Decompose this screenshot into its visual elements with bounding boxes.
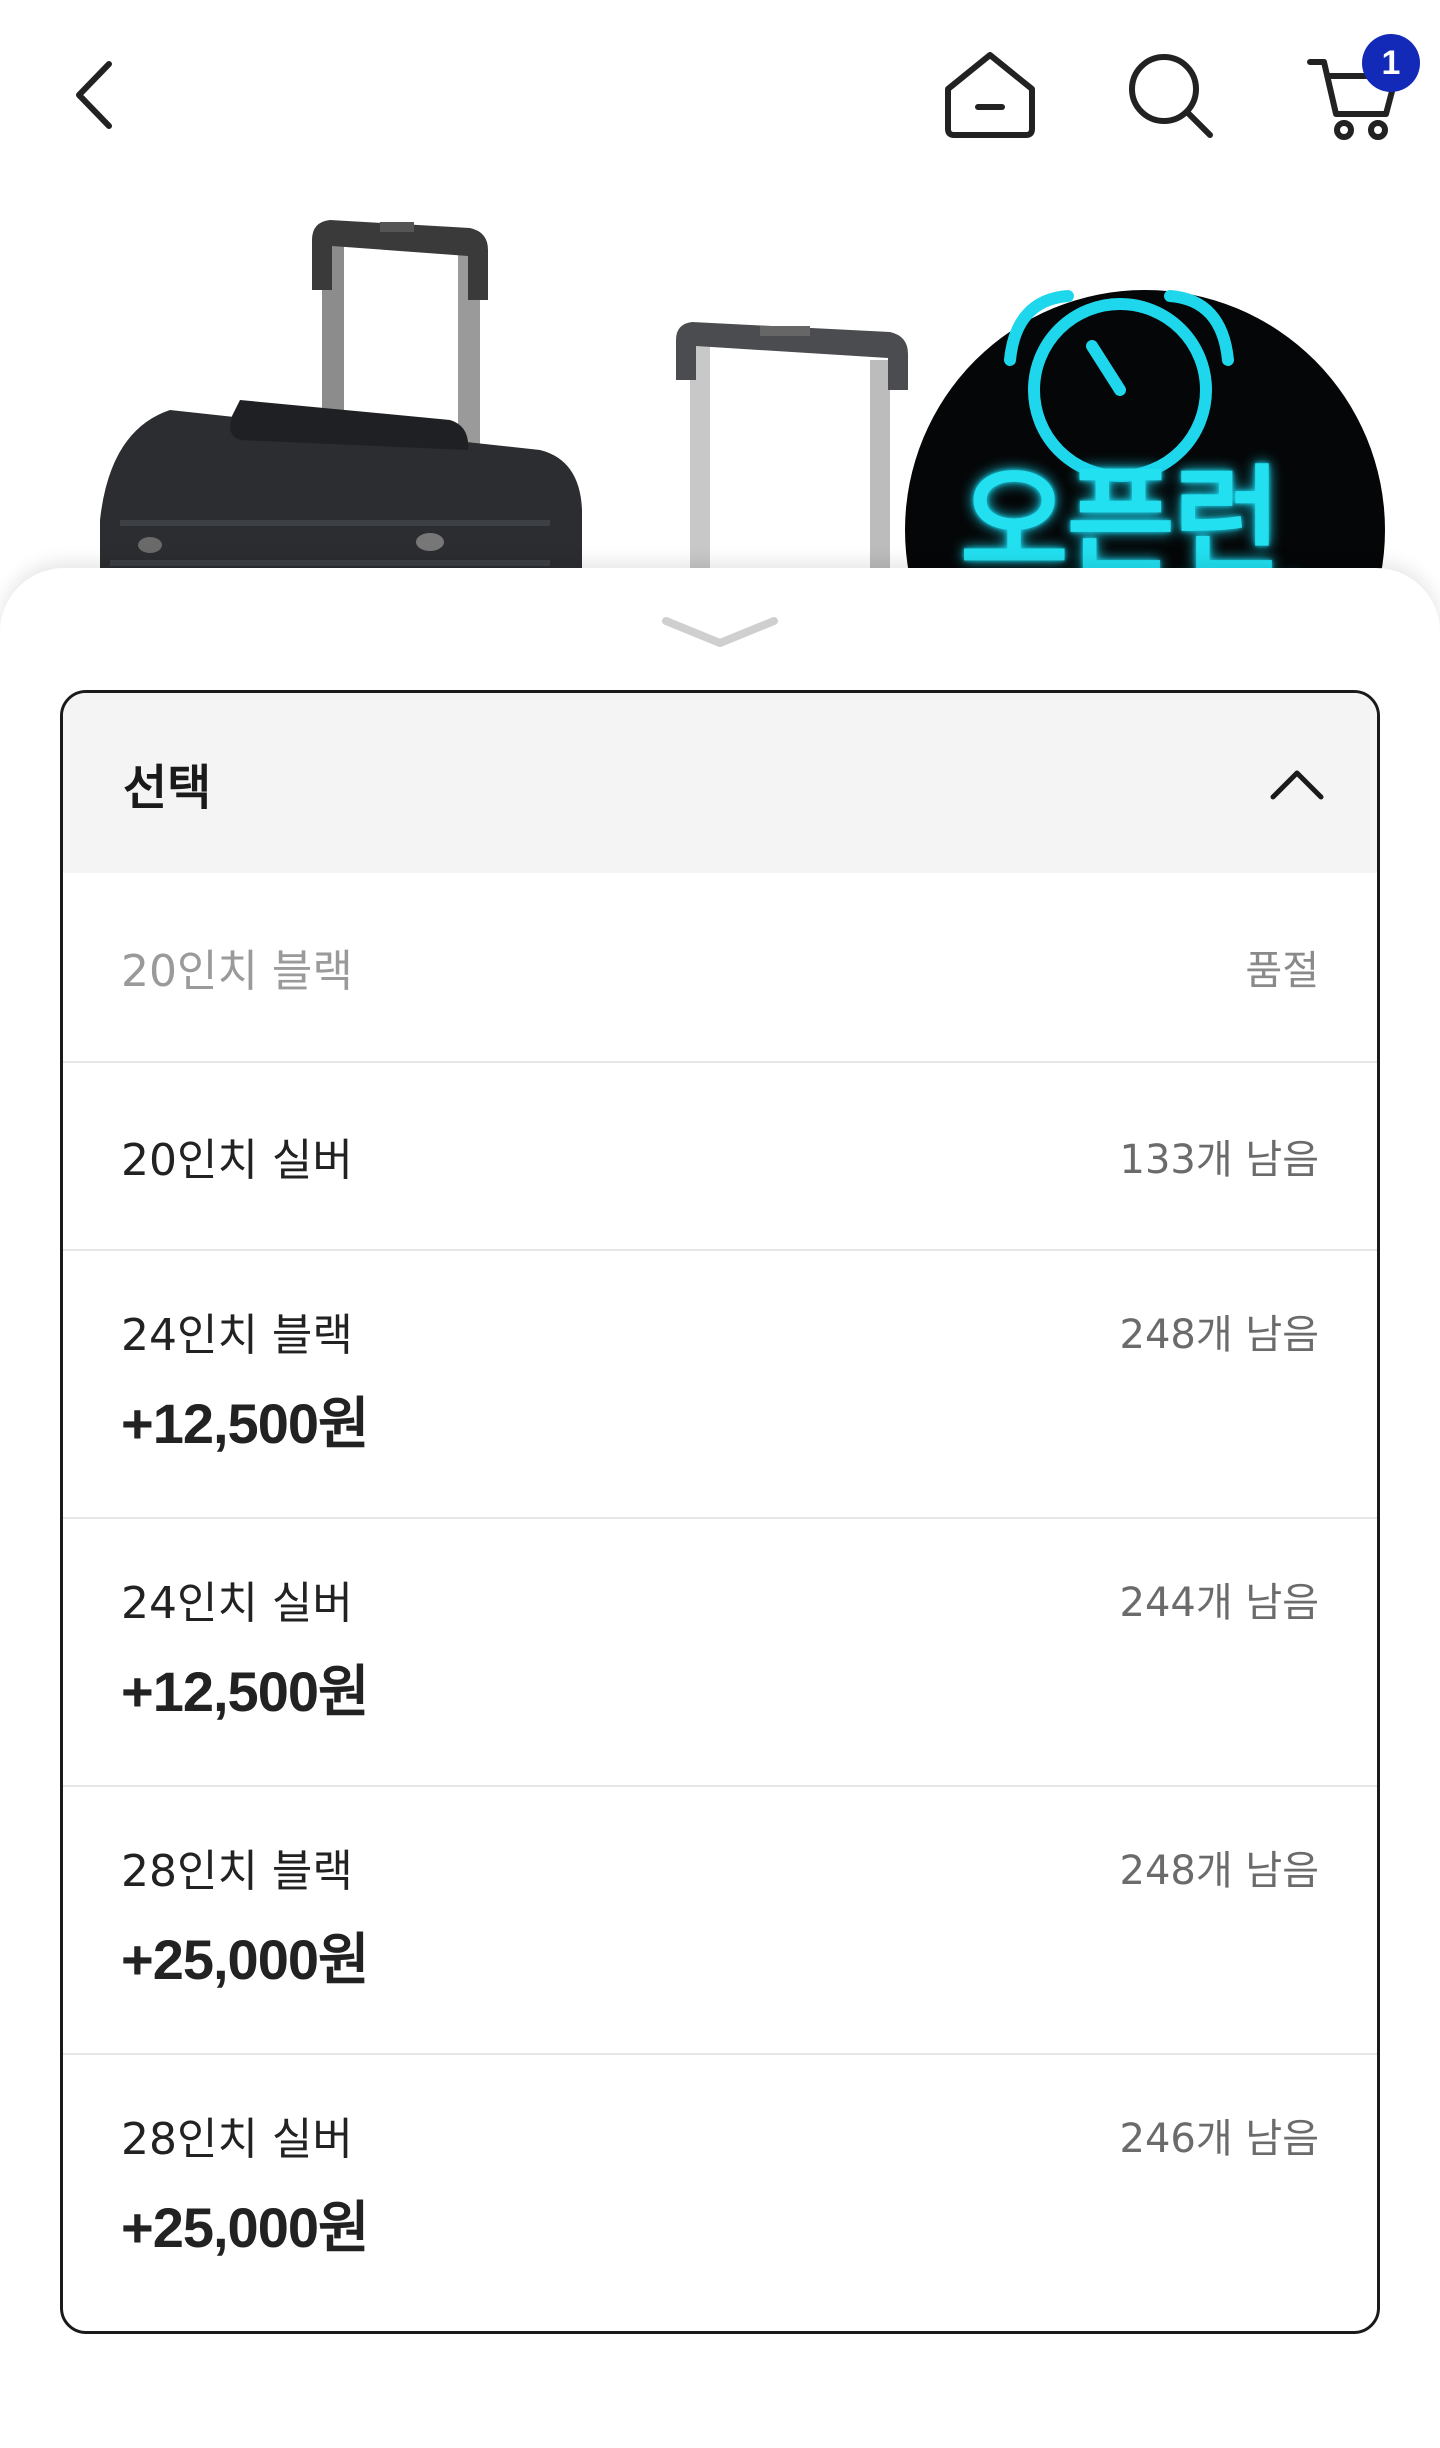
option-item-24-black[interactable]: 24인치 블랙 248개 남음 +12,500원: [63, 1249, 1377, 1517]
option-price: +25,000: [121, 1928, 319, 1991]
option-price-currency: 원: [317, 1928, 370, 1991]
option-stock: 133개 남음: [1119, 1137, 1319, 1183]
option-name: 28인치 실버: [121, 2114, 353, 2165]
sheet-collapse-handle[interactable]: [660, 608, 780, 658]
option-stock: 품절: [1245, 948, 1319, 994]
option-name: 24인치 블랙: [121, 1310, 353, 1361]
option-name: 24인치 실버: [121, 1578, 353, 1629]
option-bottom-sheet: 선택 20인치 블랙 품절 20인치 실버 133개 남음 24인치 블랙 24…: [0, 568, 1440, 2448]
search-button[interactable]: [1115, 40, 1225, 150]
back-button[interactable]: [40, 40, 150, 150]
option-stock: 248개 남음: [1119, 1848, 1319, 1894]
cart-count-badge: 1: [1362, 34, 1420, 92]
option-item-20-silver[interactable]: 20인치 실버 133개 남음: [63, 1061, 1377, 1249]
option-price-currency: 원: [317, 1660, 370, 1723]
option-name: 28인치 블랙: [121, 1846, 353, 1897]
option-price-currency: 원: [317, 2196, 370, 2259]
option-item-20-black[interactable]: 20인치 블랙 품절: [63, 873, 1377, 1061]
option-stock: 248개 남음: [1119, 1312, 1319, 1358]
search-icon: [1129, 54, 1213, 138]
option-item-28-silver[interactable]: 28인치 실버 246개 남음 +25,000원: [63, 2053, 1377, 2321]
home-icon: [945, 52, 1035, 138]
option-stock: 244개 남음: [1119, 1580, 1319, 1626]
product-image[interactable]: 오픈런 타임딜: [0, 190, 1440, 610]
option-name: 20인치 실버: [121, 1135, 353, 1186]
option-name: 20인치 블랙: [121, 946, 353, 997]
option-price: +12,500: [121, 1392, 319, 1455]
chevron-left-icon: [76, 61, 112, 129]
option-item-24-silver[interactable]: 24인치 실버 244개 남음 +12,500원: [63, 1517, 1377, 1785]
home-button[interactable]: [930, 40, 1050, 150]
option-price: +25,000: [121, 2196, 319, 2259]
option-price-currency: 원: [317, 1392, 370, 1455]
chevron-down-icon: [662, 617, 778, 647]
option-dropdown-header[interactable]: 선택: [63, 693, 1377, 873]
option-dropdown-title: 선택: [123, 760, 212, 816]
chevron-up-icon: [1270, 770, 1324, 800]
option-stock: 246개 남음: [1119, 2116, 1319, 2162]
option-price: +12,500: [121, 1660, 319, 1723]
cart-button[interactable]: 1: [1290, 34, 1420, 150]
option-dropdown: 선택 20인치 블랙 품절 20인치 실버 133개 남음 24인치 블랙 24…: [60, 690, 1380, 2334]
top-nav-bar: 1: [0, 0, 1440, 190]
option-item-28-black[interactable]: 28인치 블랙 248개 남음 +25,000원: [63, 1785, 1377, 2053]
